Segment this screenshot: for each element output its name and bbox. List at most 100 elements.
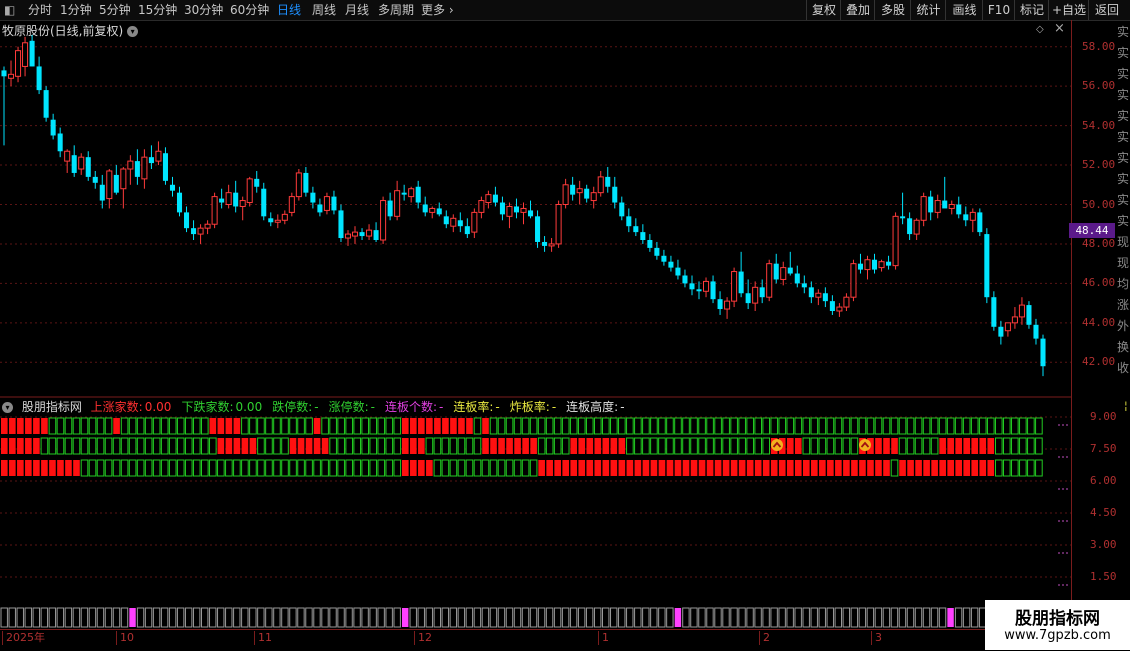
candle-body bbox=[1033, 324, 1039, 339]
indicator-name[interactable]: 股朋指标网 bbox=[22, 400, 82, 414]
period-tab-1[interactable]: 1分钟 bbox=[60, 0, 92, 20]
signal-cell bbox=[96, 459, 105, 477]
signal-cell bbox=[578, 460, 586, 476]
signal-cell bbox=[666, 437, 674, 455]
chevron-down-icon[interactable]: ▾ bbox=[2, 402, 13, 413]
period-tab-4[interactable]: 30分钟 bbox=[184, 0, 223, 20]
signal-cell bbox=[442, 418, 449, 434]
signal-cell bbox=[329, 459, 337, 477]
bottom-cell bbox=[32, 607, 41, 628]
bottom-cell bbox=[176, 607, 185, 628]
signal-cell bbox=[418, 438, 425, 454]
signal-cell bbox=[674, 437, 682, 455]
bottom-cell bbox=[730, 607, 738, 628]
toolbar-button-5[interactable]: F10 bbox=[982, 0, 1015, 20]
candle-body bbox=[605, 176, 611, 187]
signal-cell bbox=[851, 460, 858, 476]
toolbar-button-4[interactable]: 画线 bbox=[945, 0, 983, 20]
candle-body bbox=[562, 184, 569, 205]
bottom-cell bbox=[112, 607, 121, 628]
signal-cell bbox=[578, 438, 586, 454]
price-tick-4: 50.00 bbox=[1082, 197, 1116, 211]
candle-body bbox=[535, 216, 541, 242]
signal-cell bbox=[225, 418, 233, 434]
signal-cell bbox=[930, 437, 939, 455]
toolbar-button-6[interactable]: 标记 bbox=[1014, 0, 1049, 20]
candle-body bbox=[29, 40, 35, 67]
candle-body bbox=[907, 218, 913, 235]
signal-cell bbox=[546, 460, 553, 476]
candle-body bbox=[169, 184, 176, 191]
collapse-icon[interactable]: ◧ bbox=[4, 0, 15, 20]
candle-body bbox=[766, 263, 773, 298]
period-tab-9[interactable]: 多周期 bbox=[378, 0, 414, 20]
signal-cell bbox=[457, 437, 466, 455]
period-tab-7[interactable]: 周线 bbox=[312, 0, 336, 20]
bottom-cell bbox=[441, 607, 450, 628]
bottom-cell bbox=[634, 607, 642, 628]
toolbar-button-7[interactable]: +自选 bbox=[1048, 0, 1089, 20]
bottom-cell bbox=[281, 607, 289, 628]
toolbar-button-1[interactable]: 叠加 bbox=[840, 0, 875, 20]
signal-cell bbox=[458, 418, 465, 434]
signal-cell bbox=[626, 437, 634, 455]
date-axis: 2025年 10 11 12 1 2 3 bbox=[0, 629, 1070, 651]
signal-cell bbox=[1003, 459, 1011, 477]
candle-body bbox=[850, 263, 857, 298]
bottom-cell bbox=[353, 607, 361, 628]
signal-cell bbox=[698, 460, 706, 476]
signal-cell bbox=[506, 438, 513, 454]
signal-cell bbox=[971, 438, 979, 454]
signal-cell bbox=[377, 417, 386, 435]
info-glyph: 收 bbox=[1117, 361, 1130, 375]
toolbar-button-0[interactable]: 复权 bbox=[806, 0, 841, 20]
bottom-cell bbox=[257, 607, 265, 628]
bottom-cell bbox=[337, 607, 345, 628]
signal-cell bbox=[25, 438, 32, 454]
signal-cell bbox=[473, 459, 482, 477]
bottom-cell bbox=[569, 607, 578, 628]
toolbar-button-3[interactable]: 统计 bbox=[910, 0, 946, 20]
period-tab-0[interactable]: 分时 bbox=[28, 0, 52, 20]
period-tab-5[interactable]: 60分钟 bbox=[230, 0, 269, 20]
bottom-cell bbox=[393, 607, 401, 628]
indicator-header: ▾ 股朋指标网 上涨家数: 0.00 下跌家数: 0.00 跌停数: - 涨停数: - 连板个数… bbox=[2, 399, 640, 415]
signal-cell bbox=[947, 460, 954, 476]
period-tab-3[interactable]: 15分钟 bbox=[138, 0, 177, 20]
signal-cell bbox=[329, 437, 337, 455]
info-glyph: 实 bbox=[1117, 109, 1130, 123]
signal-cell bbox=[521, 459, 530, 477]
candle-body bbox=[127, 160, 134, 170]
signal-cell bbox=[818, 437, 827, 455]
signal-cell bbox=[313, 418, 321, 434]
period-tab-2[interactable]: 5分钟 bbox=[99, 0, 131, 20]
period-tab-10[interactable]: 更多 › bbox=[421, 0, 454, 20]
signal-cell bbox=[971, 460, 979, 476]
signal-cell bbox=[128, 417, 137, 435]
signal-cell bbox=[473, 417, 482, 435]
signal-cell bbox=[385, 459, 394, 477]
signal-cell bbox=[946, 417, 955, 435]
info-glyph: 换 bbox=[1117, 340, 1130, 354]
signal-cell bbox=[1011, 437, 1019, 455]
signal-cell bbox=[361, 459, 370, 477]
period-tab-6[interactable]: 日线 bbox=[277, 0, 301, 20]
period-tab-8[interactable]: 月线 bbox=[345, 0, 369, 20]
signal-cell bbox=[33, 438, 40, 454]
signal-cell bbox=[281, 459, 289, 477]
signal-cell bbox=[714, 417, 722, 435]
signal-cell bbox=[1019, 417, 1027, 435]
period-toolbar: 分时 1分钟 5分钟 15分钟 30分钟 60分钟 日线 周线 月线 多周期 更多 › ◧ 复权 叠加多… bbox=[0, 0, 1130, 21]
candle-body bbox=[864, 259, 871, 271]
toolbar-button-8[interactable]: 返回 bbox=[1088, 0, 1125, 20]
signal-cell bbox=[690, 417, 698, 435]
signal-cell bbox=[402, 418, 409, 434]
signal-cell bbox=[618, 417, 626, 435]
signal-cell bbox=[746, 460, 754, 476]
toolbar-button-2[interactable]: 多股 bbox=[874, 0, 911, 20]
signal-cell bbox=[843, 460, 850, 476]
signal-cell bbox=[874, 417, 883, 435]
candle-body bbox=[36, 66, 42, 91]
indicator-field: 连板率: - bbox=[453, 400, 504, 414]
candle-body bbox=[619, 202, 625, 217]
